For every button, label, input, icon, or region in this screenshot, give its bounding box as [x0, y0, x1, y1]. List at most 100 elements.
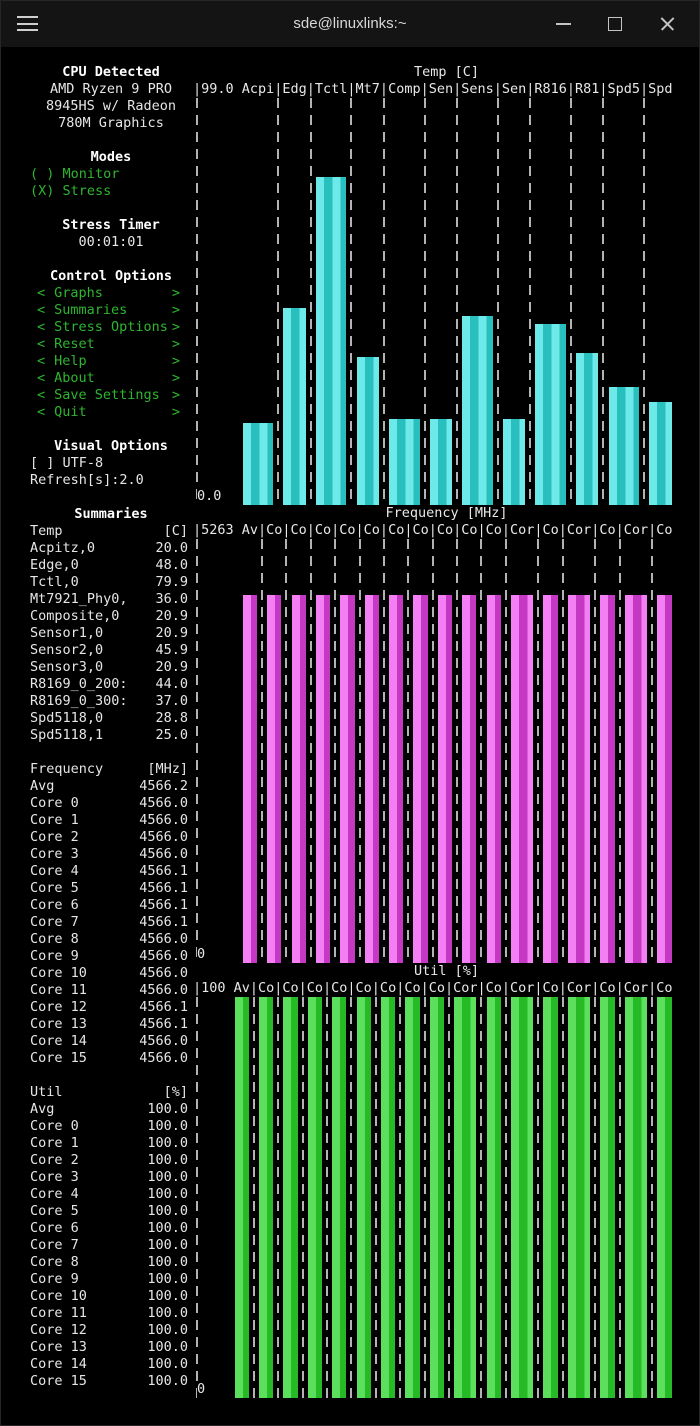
summary-value: 100.0 — [147, 1220, 188, 1236]
summary-row: Core 9 100.0 — [8, 1271, 192, 1288]
chart-axis-header: |5263 Av|Co|Co|Co|Co|Co|Co|Co|Co|Co|Co|C… — [193, 522, 673, 538]
bar-core-10 — [510, 997, 534, 1398]
summary-label: Core 12 — [30, 999, 87, 1015]
right-arrow-icon: > — [171, 370, 180, 386]
summary-label: Core 1 — [30, 812, 79, 828]
menu-item-quit[interactable]: < Quit > — [8, 404, 192, 421]
grid-line — [309, 98, 312, 505]
grid-line — [382, 539, 385, 963]
summary-value: 25.0 — [155, 727, 188, 743]
grid-line — [618, 539, 621, 963]
grid-line — [358, 539, 361, 963]
maximize-icon — [608, 16, 622, 31]
summary-label: Core 8 — [30, 1254, 79, 1270]
menu-item-label: Help — [54, 353, 87, 369]
summary-label: Core 4 — [30, 1186, 79, 1202]
summary-value: 4566.0 — [139, 965, 188, 981]
summary-label: Core 7 — [30, 914, 79, 930]
summary-value: 100.0 — [147, 1271, 188, 1287]
cpu-detected-header: CPU Detected — [62, 64, 160, 80]
grid-line — [447, 997, 450, 1398]
bar-core-0 — [267, 595, 282, 963]
bar-core-13 — [600, 595, 615, 963]
grid-line — [504, 997, 507, 1398]
bar-core-6 — [405, 997, 420, 1398]
menu-item-help[interactable]: < Help > — [8, 353, 192, 370]
summary-label: Core 8 — [30, 931, 79, 947]
summary-label: R8169_0_200: — [30, 676, 128, 692]
bar-core-1 — [291, 595, 306, 963]
summary-label: Core 9 — [30, 1271, 79, 1287]
summary-label: Core 6 — [30, 897, 79, 913]
bar-core-15 — [657, 595, 672, 963]
menu-item-label: Quit — [54, 404, 87, 420]
summary-row: Core 6 4566.1 — [8, 897, 192, 914]
summary-group-unit: [C] — [163, 523, 188, 539]
bar-avg — [234, 997, 249, 1398]
summary-value: 28.8 — [155, 710, 188, 726]
summary-row: Avg 100.0 — [8, 1101, 192, 1118]
summaries-header: Summaries — [74, 506, 148, 522]
chart-frequency: Frequency [MHz] |5263 Av|Co|Co|Co|Co|Co|C… — [193, 505, 700, 963]
chart-util: Util [%] |100 Av|Co|Co|Co|Co|Co|Co|Co|Co|… — [193, 963, 700, 1398]
sidebar: CPU Detected AMD Ryzen 9 PRO 8945HS w/ Rad… — [8, 64, 192, 1390]
summary-group-title: Temp [C] — [8, 523, 192, 540]
summary-label: Core 4 — [30, 863, 79, 879]
summary-label: Core 14 — [30, 1033, 87, 1049]
summary-label: Spd5118,1 — [30, 727, 104, 743]
grid-line — [569, 98, 572, 505]
summary-row: Core 10 100.0 — [8, 1288, 192, 1305]
bar-sensor1 — [429, 419, 453, 505]
summary-row: Core 1 4566.0 — [8, 812, 192, 829]
summary-value: 20.9 — [155, 625, 188, 641]
maximize-button[interactable] — [606, 15, 624, 33]
bar-mt7921_phy0 — [356, 357, 379, 505]
summary-row: Spd5118,1 25.0 — [8, 727, 192, 744]
utf8-checkbox[interactable]: [ ] UTF-8 — [8, 455, 192, 472]
summary-value: 4566.1 — [139, 914, 188, 930]
stress-timer-value: 00:01:01 — [78, 234, 144, 250]
left-arrow-icon: < — [37, 404, 46, 420]
summary-label: Core 15 — [30, 1050, 87, 1066]
right-arrow-icon: > — [171, 285, 180, 301]
summary-label: R8169_0_300: — [30, 693, 128, 709]
summary-label: Core 6 — [30, 1220, 79, 1236]
summary-label: Core 1 — [30, 1135, 79, 1151]
menu-item-about[interactable]: < About > — [8, 370, 192, 387]
bar-core-7 — [429, 997, 444, 1398]
minimize-icon — [555, 22, 571, 25]
close-icon — [660, 16, 675, 31]
grid-line — [277, 997, 280, 1398]
menu-item-reset[interactable]: < Reset > — [8, 336, 192, 353]
summary-group-title: Util [%] — [8, 1084, 192, 1101]
bar-core-9 — [486, 997, 501, 1398]
close-button[interactable] — [658, 15, 676, 33]
y-axis-min-label: 0 — [197, 946, 209, 963]
bar-core-13 — [600, 997, 615, 1398]
summary-value: 100.0 — [147, 1356, 188, 1372]
summary-label: Core 3 — [30, 846, 79, 862]
hamburger-icon[interactable] — [17, 16, 38, 31]
mode-option-monitor[interactable]: ( ) Monitor — [8, 166, 192, 183]
bar-core-4 — [356, 997, 371, 1398]
summary-row: Composite,0 20.9 — [8, 608, 192, 625]
grid-line — [651, 539, 654, 963]
summary-label: Core 13 — [30, 1339, 87, 1355]
menu-item-stress-options[interactable]: < Stress Options > — [8, 319, 192, 336]
summary-row: Core 13 4566.1 — [8, 1016, 192, 1033]
summary-label: Sensor1,0 — [30, 625, 104, 641]
menu-item-graphs[interactable]: < Graphs > — [8, 285, 192, 302]
summary-row: Core 2 4566.0 — [8, 829, 192, 846]
menu-item-summaries[interactable]: < Summaries > — [8, 302, 192, 319]
chart-axis-header: |100 Av|Co|Co|Co|Co|Co|Co|Co|Co|Cor|Co|C… — [193, 980, 673, 996]
menu-item-save-settings[interactable]: < Save Settings > — [8, 387, 192, 404]
summary-label: Core 0 — [30, 795, 79, 811]
summary-label: Core 2 — [30, 829, 79, 845]
minimize-button[interactable] — [554, 15, 572, 33]
refresh-setting[interactable]: Refresh[s]:2.0 — [8, 472, 192, 489]
mode-option-stress[interactable]: (X) Stress — [8, 183, 192, 200]
left-arrow-icon: < — [37, 370, 46, 386]
summary-label: Spd5118,0 — [30, 710, 104, 726]
